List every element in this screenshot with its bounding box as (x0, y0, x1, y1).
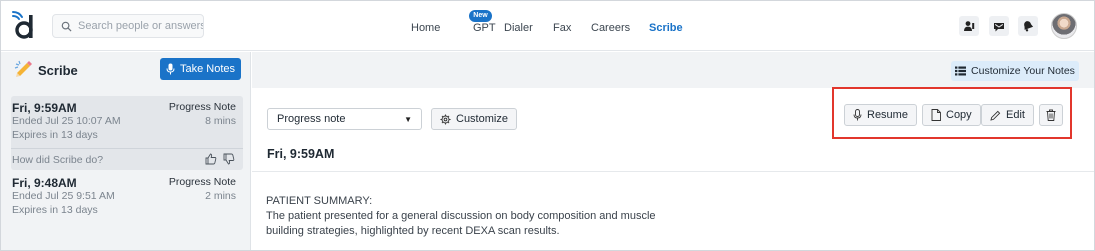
note-time: Fri, 9:59AM (12, 101, 77, 115)
note-ended: Ended Jul 25 9:51 AM (12, 190, 115, 202)
note-type: Progress Note (168, 101, 236, 113)
list-icon (955, 66, 967, 76)
thumbs-down-icon[interactable] (223, 152, 235, 170)
new-badge: New (469, 10, 492, 22)
feedback-question: How did Scribe do? (12, 154, 104, 166)
top-navigation-bar: Home GPT Dialer Fax Careers Scribe New (1, 1, 1094, 51)
thumbs-up-icon[interactable] (205, 152, 217, 170)
notifications-button[interactable] (1018, 16, 1038, 36)
note-expires: Expires in 13 days (12, 129, 98, 141)
note-text-line: building strategies, highlighted by rece… (266, 225, 560, 237)
sidebar-header: Scribe Take Notes (1, 52, 250, 88)
bell-icon (1024, 21, 1034, 32)
note-list-item[interactable]: Fri, 9:48AM Progress Note Ended Jul 25 9… (11, 176, 243, 230)
scribe-pencil-icon (14, 60, 32, 77)
scribe-sidebar: Scribe Take Notes Fri, 9:59AM Progress N… (1, 52, 251, 250)
messages-button[interactable] (989, 16, 1009, 36)
app-window: Home GPT Dialer Fax Careers Scribe New (0, 0, 1095, 251)
note-time: Fri, 9:48AM (12, 176, 77, 190)
note-body: PATIENT SUMMARY: The patient presented f… (266, 194, 866, 239)
messages-icon (994, 22, 1004, 31)
note-duration: 2 mins (205, 190, 236, 202)
note-type-select[interactable]: Progress note ▼ (267, 108, 422, 130)
user-avatar[interactable] (1051, 13, 1077, 39)
customize-button[interactable]: Customize (431, 108, 517, 130)
highlight-annotation-box (832, 87, 1072, 139)
nav-scribe[interactable]: Scribe (649, 22, 683, 34)
contacts-button[interactable] (959, 16, 979, 36)
note-expires: Expires in 13 days (12, 204, 98, 216)
caret-down-icon: ▼ (404, 114, 412, 124)
nav-careers[interactable]: Careers (591, 22, 630, 34)
note-duration: 8 mins (205, 115, 236, 127)
divider (252, 171, 1094, 172)
customize-label: Customize (456, 113, 508, 125)
gear-icon (440, 113, 451, 125)
take-notes-button[interactable]: Take Notes (160, 58, 241, 80)
microphone-icon (166, 63, 175, 75)
note-type-value: Progress note (277, 113, 346, 125)
customize-your-notes-button[interactable]: Customize Your Notes (951, 61, 1079, 81)
note-heading: Fri, 9:59AM (267, 147, 335, 161)
feedback-thumbs (205, 152, 235, 170)
sidebar-title: Scribe (38, 63, 78, 78)
note-ended: Ended Jul 25 10:07 AM (12, 115, 121, 127)
primary-nav: Home GPT Dialer Fax Careers Scribe (1, 22, 1094, 38)
nav-home[interactable]: Home (411, 22, 440, 34)
contacts-icon (964, 21, 975, 31)
note-type: Progress Note (168, 176, 236, 188)
feedback-row: How did Scribe do? (11, 148, 243, 170)
nav-fax[interactable]: Fax (553, 22, 571, 34)
customize-your-notes-label: Customize Your Notes (971, 65, 1075, 77)
take-notes-label: Take Notes (179, 63, 236, 75)
nav-dialer[interactable]: Dialer (504, 22, 533, 34)
main-header-bar: Customize Your Notes (252, 52, 1094, 88)
note-text-line: The patient presented for a general disc… (266, 210, 656, 222)
nav-gpt[interactable]: GPT (473, 22, 496, 34)
note-section-title: PATIENT SUMMARY: (266, 195, 373, 207)
note-list-item-selected[interactable]: Fri, 9:59AM Progress Note Ended Jul 25 1… (11, 96, 243, 170)
